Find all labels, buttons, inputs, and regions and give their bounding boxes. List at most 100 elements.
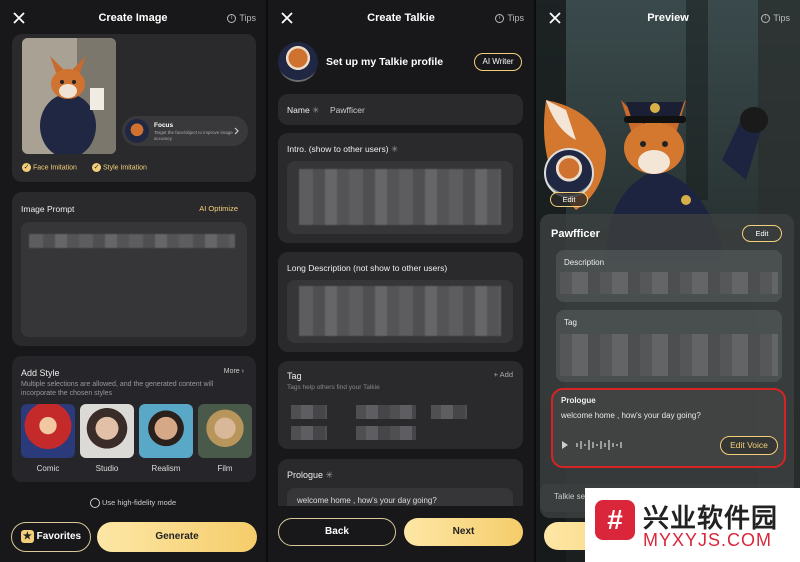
generate-button[interactable]: Generate	[97, 522, 257, 552]
prologue-label: Prologue	[561, 396, 596, 405]
create-talkie-header: Create Talkie i Tips	[268, 0, 534, 38]
page-title: Create Image	[98, 12, 168, 24]
face-imitation-label: Face Imitation	[32, 164, 77, 172]
face-imitation-option[interactable]: ✓ Face Imitation	[22, 163, 77, 172]
create-talkie-panel: Create Talkie i Tips Set up my Talkie pro…	[268, 0, 534, 562]
intro-label-text: Intro. (show to other users)	[287, 144, 389, 154]
tag-card: Tag + Add Tags help others find your Tal…	[278, 361, 523, 449]
name-label: Name ✳	[287, 105, 319, 116]
intro-input[interactable]	[287, 161, 513, 234]
blurred-long-description	[299, 286, 501, 336]
image-prompt-label: Image Prompt	[21, 204, 75, 214]
name-field-card[interactable]: Name ✳ Pawfficer	[278, 94, 523, 125]
favorites-button[interactable]: ★ Favorites	[11, 522, 91, 552]
add-tag-label: Add	[499, 370, 513, 379]
style-realism-label: Realism	[151, 464, 181, 473]
info-icon: i	[495, 13, 505, 23]
name-label-text: Name	[287, 105, 310, 115]
high-fidelity-label: Use high-fidelity mode	[101, 498, 177, 507]
tag-chip[interactable]	[356, 426, 416, 440]
chevron-right-icon: ›	[241, 368, 244, 375]
profile-heading: Set up my Talkie profile	[326, 56, 444, 68]
waveform-icon	[576, 440, 622, 450]
add-style-label: Add Style	[21, 368, 60, 378]
more-label: More	[223, 368, 240, 375]
tips-link[interactable]: i Tips	[495, 13, 524, 23]
image-prompt-input[interactable]	[21, 222, 247, 337]
watermark-english-text: MYXYJS.COM	[643, 530, 773, 550]
focus-description: Target the face/object to improve image …	[154, 130, 233, 141]
style-imitation-option[interactable]: ✓ Style Imitation	[92, 163, 147, 172]
add-tag-button[interactable]: + Add	[494, 370, 513, 379]
edit-avatar-button[interactable]: Edit	[550, 192, 588, 207]
next-button[interactable]: Next	[404, 518, 523, 546]
ai-optimize-button[interactable]: AI Optimize	[199, 204, 238, 213]
style-film-label: Film	[217, 464, 233, 473]
chevron-right-icon	[234, 127, 239, 135]
style-comic-thumbnail[interactable]	[21, 404, 75, 458]
focus-pill[interactable]: Focus Target the face/object to improve …	[122, 116, 248, 146]
description-label: Description	[564, 258, 605, 267]
prologue-label-text: Prologue	[287, 470, 324, 480]
tips-link[interactable]: i Tips	[227, 13, 256, 23]
star-icon: ★	[20, 529, 34, 543]
tag-chip[interactable]	[431, 405, 467, 419]
focus-title: Focus	[154, 122, 174, 129]
check-icon: ✓	[92, 163, 101, 172]
preview-avatar[interactable]	[544, 148, 594, 198]
required-asterisk: ✳	[325, 470, 334, 480]
talkie-name: Pawfficer	[551, 228, 600, 240]
style-comic-label: Comic	[36, 464, 60, 473]
tips-label: Tips	[239, 13, 256, 23]
reference-image-card: Focus Target the face/object to improve …	[12, 34, 256, 182]
name-value: Pawfficer	[330, 105, 365, 115]
tag-chip[interactable]	[291, 405, 327, 419]
prologue-value: welcome home , how's your day going?	[297, 496, 437, 505]
screen: Create Image i Tips Focus Target the fac…	[0, 0, 800, 562]
tag-chip[interactable]	[291, 426, 327, 440]
preview-info-card: Pawfficer Edit Description Tag	[540, 214, 794, 518]
tag-section: Tag	[556, 310, 782, 382]
intro-card: Intro. (show to other users) ✳	[278, 133, 523, 243]
page-title: Create Talkie	[367, 12, 435, 24]
tag-label: Tag	[287, 371, 302, 381]
style-film-thumbnail[interactable]	[198, 404, 252, 458]
talkie-setting-label: Talkie se	[554, 492, 586, 501]
required-asterisk: ✳	[390, 144, 399, 154]
prologue-text: welcome home , how's your day going?	[561, 411, 701, 420]
style-studio-label: Studio	[95, 464, 119, 473]
style-realism-thumbnail[interactable]	[139, 404, 193, 458]
create-image-header: Create Image i Tips	[0, 0, 266, 38]
edit-name-button[interactable]: Edit	[742, 225, 782, 242]
tag-hint: Tags help others find your Talkie	[287, 384, 380, 391]
blurred-prompt-text	[29, 234, 235, 248]
watermark: # 兴业软件园 MYXYJS.COM	[585, 488, 800, 562]
reference-image[interactable]	[22, 38, 116, 154]
required-asterisk: ✳	[312, 105, 320, 115]
description-section: Description	[556, 250, 782, 302]
intro-label: Intro. (show to other users) ✳	[287, 144, 398, 155]
more-styles-link[interactable]: More ›	[224, 368, 244, 375]
add-style-description: Multiple selections are allowed, and the…	[21, 381, 214, 397]
ai-writer-button[interactable]: AI Writer	[474, 53, 522, 71]
talkie-avatar[interactable]	[278, 42, 318, 82]
tag-chip[interactable]	[356, 405, 416, 419]
fox-officer-picture	[22, 38, 116, 154]
style-studio-thumbnail[interactable]	[80, 404, 134, 458]
edit-voice-button[interactable]: Edit Voice	[720, 436, 778, 455]
long-description-input[interactable]	[287, 280, 513, 343]
preview-panel: Preview i Tips Edit Pawfficer Edit Descri…	[536, 0, 800, 562]
tips-label: Tips	[773, 13, 790, 23]
blurred-tags	[560, 334, 778, 376]
blurred-intro-text	[299, 169, 501, 225]
info-icon: i	[761, 13, 771, 23]
high-fidelity-toggle[interactable]: Use high-fidelity mode	[0, 498, 266, 509]
favorites-label: Favorites	[36, 531, 82, 542]
back-button[interactable]: Back	[278, 518, 396, 546]
watermark-logo: #	[595, 500, 635, 540]
focus-thumbnail	[125, 119, 149, 143]
tips-link[interactable]: i Tips	[761, 13, 790, 23]
long-description-label: Long Description (not show to other user…	[287, 263, 448, 273]
play-voice-icon[interactable]	[562, 441, 568, 449]
create-image-panel: Create Image i Tips Focus Target the fac…	[0, 0, 266, 562]
